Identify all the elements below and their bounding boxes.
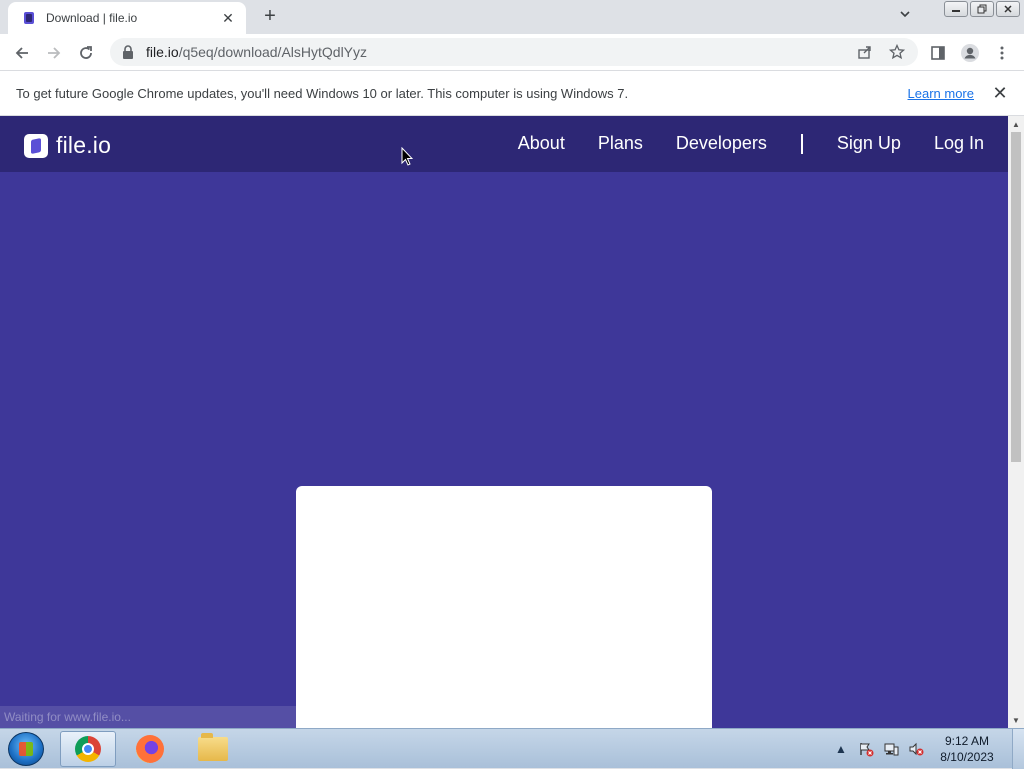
infobar-message: To get future Google Chrome updates, you…	[16, 85, 629, 101]
tab-close-icon[interactable]: ✕	[220, 10, 236, 27]
back-arrow-icon[interactable]	[11, 42, 33, 64]
page-viewport: file.io About Plans Developers Sign Up L…	[0, 116, 1008, 728]
browser-tab[interactable]: Download | file.io ✕	[8, 2, 246, 34]
site-logo[interactable]: file.io	[24, 132, 111, 159]
volume-muted-icon[interactable]	[907, 741, 925, 757]
profile-avatar-icon[interactable]	[959, 42, 981, 64]
taskbar-firefox[interactable]	[122, 731, 178, 767]
nav-divider	[800, 133, 803, 154]
firefox-icon	[136, 735, 164, 763]
tab-search-chevron-icon[interactable]	[896, 8, 914, 26]
site-nav: About Plans Developers Sign Up Log In	[518, 133, 984, 154]
scrollbar-thumb[interactable]	[1011, 132, 1021, 462]
reload-icon[interactable]	[75, 42, 97, 64]
url-path: /q5eq/download/AlsHytQdlYyz	[178, 44, 368, 60]
folder-icon	[198, 733, 228, 761]
system-tray: ▲ 9:12 AM 8/10/2023	[832, 729, 1024, 769]
more-menu-icon[interactable]	[991, 42, 1013, 64]
nav-about[interactable]: About	[518, 133, 565, 154]
nav-developers[interactable]: Developers	[676, 133, 767, 154]
side-panel-icon[interactable]	[927, 42, 949, 64]
logo-text: file.io	[56, 132, 112, 158]
address-bar[interactable]: file.io/q5eq/download/AlsHytQdlYyz	[110, 38, 918, 66]
close-window-button[interactable]	[996, 1, 1020, 17]
lock-icon[interactable]	[122, 45, 134, 59]
start-button[interactable]	[8, 732, 44, 766]
taskbar-chrome[interactable]	[60, 731, 116, 767]
chrome-icon	[75, 736, 101, 762]
taskbar-file-explorer[interactable]	[185, 731, 241, 767]
loading-status-bar: Waiting for www.file.io...	[0, 706, 340, 728]
nav-log-in[interactable]: Log In	[934, 133, 984, 154]
nav-sign-up[interactable]: Sign Up	[837, 133, 901, 154]
tab-title: Download | file.io	[46, 11, 138, 25]
browser-toolbar: file.io/q5eq/download/AlsHytQdlYyz	[0, 34, 1024, 71]
windows-taskbar: ▲ 9:12 AM 8/10/2023	[0, 728, 1024, 769]
scroll-up-arrow-icon[interactable]: ▲	[1008, 116, 1024, 132]
clock-date: 8/10/2023	[940, 750, 994, 764]
action-center-flag-icon[interactable]	[857, 741, 875, 757]
file-io-favicon-icon	[22, 11, 36, 25]
site-header: file.io About Plans Developers Sign Up L…	[0, 116, 1008, 172]
network-icon[interactable]	[882, 741, 900, 757]
update-infobar: To get future Google Chrome updates, you…	[0, 71, 1024, 116]
url-text: file.io/q5eq/download/AlsHytQdlYyz	[146, 44, 844, 60]
show-desktop-button[interactable]	[1012, 729, 1024, 769]
url-host: file.io	[146, 44, 179, 60]
minimize-button[interactable]	[944, 1, 968, 17]
learn-more-link[interactable]: Learn more	[908, 86, 974, 101]
mouse-cursor-icon	[401, 146, 414, 167]
download-card	[296, 486, 712, 728]
forward-arrow-icon[interactable]	[43, 42, 65, 64]
page-scrollbar[interactable]: ▲ ▼	[1008, 116, 1024, 728]
nav-plans[interactable]: Plans	[598, 133, 643, 154]
share-icon[interactable]	[854, 41, 876, 63]
taskbar-clock[interactable]: 9:12 AM 8/10/2023	[932, 733, 1002, 765]
scroll-down-arrow-icon[interactable]: ▼	[1008, 712, 1024, 728]
window-controls	[944, 1, 1020, 17]
restore-button[interactable]	[970, 1, 994, 17]
new-tab-button[interactable]: +	[258, 6, 282, 28]
bookmark-star-icon[interactable]	[886, 41, 908, 63]
show-hidden-icons-icon[interactable]: ▲	[832, 741, 850, 757]
infobar-close-icon[interactable]: ✕	[992, 83, 1008, 104]
clock-time: 9:12 AM	[944, 734, 990, 748]
file-io-logo-icon	[24, 133, 48, 158]
tab-strip: Download | file.io ✕ +	[0, 0, 1024, 34]
